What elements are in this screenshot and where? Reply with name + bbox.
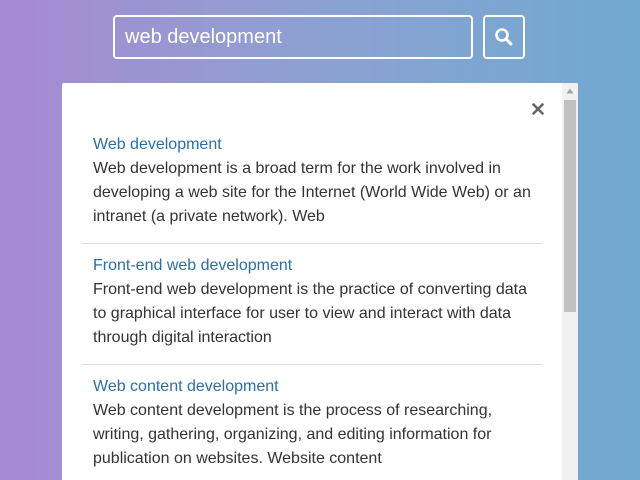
results-list: Web development Web development is a bro… bbox=[82, 123, 542, 480]
triangle-up-icon bbox=[566, 88, 574, 94]
search-button[interactable] bbox=[483, 15, 525, 59]
result-item: Web development Web development is a bro… bbox=[82, 123, 542, 244]
result-snippet: Web development is a broad term for the … bbox=[93, 160, 531, 225]
result-item: Web content development Web content deve… bbox=[82, 365, 542, 480]
scroll-up-button[interactable] bbox=[562, 83, 578, 99]
close-icon bbox=[532, 103, 544, 115]
result-title-link[interactable]: Web development bbox=[93, 133, 531, 157]
result-snippet: Web content development is the process o… bbox=[93, 402, 493, 467]
search-input[interactable] bbox=[113, 15, 473, 59]
results-panel: Web development Web development is a bro… bbox=[62, 83, 578, 480]
scrollbar-thumb[interactable] bbox=[564, 100, 576, 312]
result-snippet: Front-end web development is the practic… bbox=[93, 281, 528, 346]
result-item: Front-end web development Front-end web … bbox=[82, 244, 542, 365]
result-title-link[interactable]: Front-end web development bbox=[93, 254, 531, 278]
result-title-link[interactable]: Web content development bbox=[93, 375, 531, 399]
search-icon bbox=[495, 28, 513, 46]
vertical-scrollbar[interactable] bbox=[562, 83, 578, 480]
close-button[interactable] bbox=[528, 99, 548, 119]
